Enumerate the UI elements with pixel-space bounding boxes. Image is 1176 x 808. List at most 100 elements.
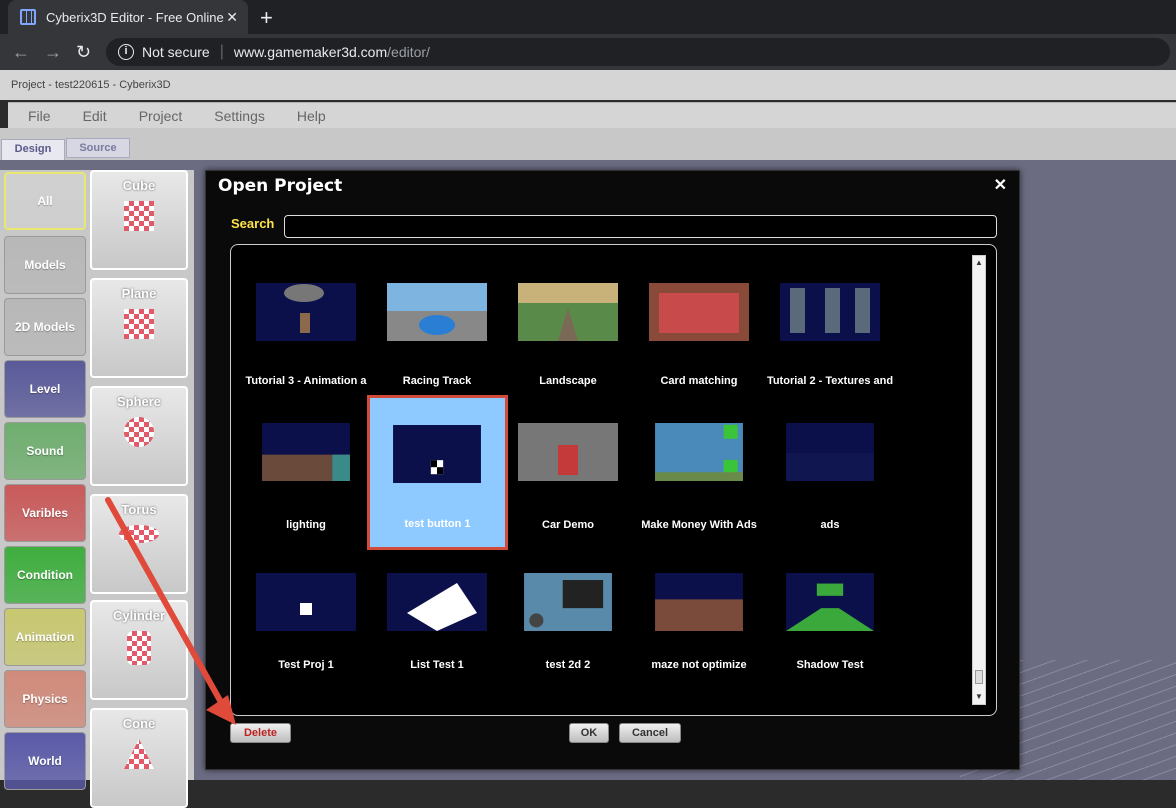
project-item[interactable]: maze not optimize <box>634 555 764 703</box>
tab-source[interactable]: Source <box>66 138 130 158</box>
project-label: Shadow Test <box>796 659 864 671</box>
project-label: maze not optimize <box>651 659 747 671</box>
object-label: Cylinder <box>112 608 165 623</box>
category-physics[interactable]: Physics <box>4 670 86 728</box>
project-item[interactable]: List Test 1 <box>372 555 502 703</box>
plane-icon <box>124 309 154 339</box>
reload-icon[interactable]: ↻ <box>76 42 91 63</box>
gallery-scrollbar[interactable]: ▲ ▼ <box>972 255 986 705</box>
tab-design[interactable]: Design <box>1 139 65 160</box>
delete-button[interactable]: Delete <box>230 723 291 743</box>
project-label: lighting <box>286 519 326 531</box>
project-item[interactable]: Shadow Test <box>765 555 895 703</box>
object-panel: Cube Plane Sphere Torus Cylinder Cone <box>88 170 194 808</box>
close-icon[interactable]: ✕ <box>994 175 1007 195</box>
object-label: Sphere <box>116 394 162 409</box>
object-cube[interactable]: Cube <box>90 170 188 270</box>
ok-button[interactable]: OK <box>569 723 609 743</box>
menu-edit[interactable]: Edit <box>63 103 119 128</box>
project-label: List Test 1 <box>410 659 464 671</box>
category-world[interactable]: World <box>4 732 86 790</box>
address-bar: ← → ↻ i Not secure | www.gamemaker3d.com… <box>0 34 1176 70</box>
browser-tab[interactable]: Cyberix3D Editor - Free Online 3D ✕ <box>8 0 248 34</box>
project-item[interactable]: Test Proj 1 <box>241 555 371 703</box>
divider: | <box>219 43 224 60</box>
object-plane[interactable]: Plane <box>90 278 188 378</box>
project-thumbnail <box>655 423 743 481</box>
project-thumbnail <box>786 423 874 481</box>
project-thumbnail <box>655 573 743 631</box>
project-thumbnail <box>518 283 618 341</box>
object-torus[interactable]: Torus <box>90 494 188 594</box>
project-thumbnail <box>387 573 487 631</box>
category-varibles[interactable]: Varibles <box>4 484 86 542</box>
search-label: Search <box>231 216 275 231</box>
project-item[interactable]: ads <box>765 405 895 553</box>
project-gallery: Tutorial 3 - Animation a Racing Track La… <box>230 244 997 716</box>
project-thumbnail <box>524 573 612 631</box>
project-thumbnail <box>786 573 874 631</box>
project-item[interactable]: Racing Track <box>372 265 502 413</box>
project-label: Test Proj 1 <box>278 659 334 671</box>
project-label: test button 1 <box>404 518 471 530</box>
tab-title: Cyberix3D Editor - Free Online 3D <box>46 9 226 25</box>
project-item[interactable]: Tutorial 2 - Textures and <box>765 265 895 413</box>
scroll-down-icon[interactable]: ▼ <box>973 690 985 704</box>
dialog-title: Open Project <box>218 176 343 196</box>
project-thumbnail <box>393 425 481 483</box>
project-thumbnail <box>518 423 618 481</box>
project-item[interactable]: Car Demo <box>503 405 633 553</box>
object-sphere[interactable]: Sphere <box>90 386 188 486</box>
browser-tab-bar: Cyberix3D Editor - Free Online 3D ✕ + <box>0 0 1176 34</box>
back-icon[interactable]: ← <box>12 42 30 63</box>
url-field[interactable]: i Not secure | www.gamemaker3d.com /edit… <box>106 38 1170 66</box>
scroll-thumb[interactable] <box>975 670 983 684</box>
project-thumbnail <box>262 423 350 481</box>
object-label: Plane <box>121 286 157 301</box>
project-item[interactable]: Tutorial 3 - Animation a <box>241 265 371 413</box>
info-icon[interactable]: i <box>118 44 134 60</box>
category-panel: All Models 2D Models Level Sound Varible… <box>0 170 88 790</box>
tab-close-icon[interactable]: ✕ <box>226 9 238 26</box>
url-path: /editor/ <box>387 44 430 60</box>
project-thumbnail <box>387 283 487 341</box>
category-models[interactable]: Models <box>4 236 86 294</box>
object-cylinder[interactable]: Cylinder <box>90 600 188 700</box>
editor-tab-strip: Design Source <box>0 128 1176 160</box>
project-label: test 2d 2 <box>545 659 591 671</box>
project-item[interactable]: Landscape <box>503 265 633 413</box>
category-sound[interactable]: Sound <box>4 422 86 480</box>
url-host: www.gamemaker3d.com <box>233 44 388 60</box>
object-cone[interactable]: Cone <box>90 708 188 808</box>
project-thumbnail <box>256 573 356 631</box>
cone-icon <box>124 739 154 769</box>
menu-file[interactable]: File <box>8 103 63 128</box>
project-item[interactable]: Card matching <box>634 265 764 413</box>
category-level[interactable]: Level <box>4 360 86 418</box>
menu-settings[interactable]: Settings <box>194 103 277 128</box>
forward-icon[interactable]: → <box>44 42 62 63</box>
app-title: Project - test220615 - Cyberix3D <box>0 70 1176 100</box>
project-label: Card matching <box>660 375 738 387</box>
category-condition[interactable]: Condition <box>4 546 86 604</box>
cancel-button[interactable]: Cancel <box>619 723 681 743</box>
project-label: Racing Track <box>402 375 472 387</box>
project-thumbnail <box>256 283 356 341</box>
menu-project[interactable]: Project <box>119 103 195 128</box>
category-all[interactable]: All <box>4 172 86 230</box>
object-label: Cone <box>122 716 156 731</box>
project-label: Car Demo <box>542 519 594 531</box>
menu-help[interactable]: Help <box>277 103 338 128</box>
project-item-selected[interactable]: test button 1 <box>367 395 508 550</box>
project-item[interactable]: test 2d 2 <box>503 555 633 703</box>
scroll-up-icon[interactable]: ▲ <box>973 256 985 270</box>
category-animation[interactable]: Animation <box>4 608 86 666</box>
project-label: ads <box>820 519 840 531</box>
object-label: Torus <box>121 502 157 517</box>
project-thumbnail <box>780 283 880 341</box>
new-tab-button[interactable]: + <box>260 5 273 31</box>
project-item[interactable]: lighting <box>241 405 371 553</box>
category-2d-models[interactable]: 2D Models <box>4 298 86 356</box>
search-input[interactable] <box>284 215 997 238</box>
project-item[interactable]: Make Money With Ads <box>634 405 764 553</box>
